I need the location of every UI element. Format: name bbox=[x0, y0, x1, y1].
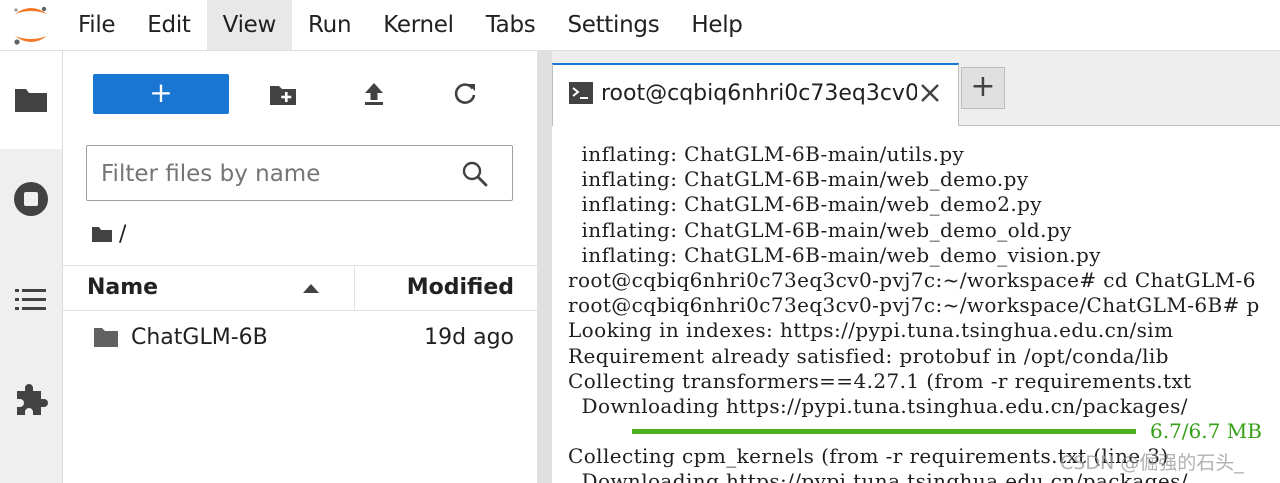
menu-run[interactable]: Run bbox=[292, 0, 367, 50]
refresh-button[interactable] bbox=[450, 79, 480, 109]
terminal-line: inflating: ChatGLM-6B-main/web_demo_old.… bbox=[568, 217, 1072, 242]
menu-bar: File Edit View Run Kernel Tabs Settings … bbox=[0, 0, 1280, 51]
file-browser: + / Name Modifie bbox=[63, 51, 537, 483]
breadcrumb-root[interactable]: / bbox=[119, 222, 126, 247]
tab-label: root@cqbiq6nhri0c73eq3cv0 bbox=[601, 81, 917, 106]
left-sidebar bbox=[0, 51, 63, 483]
upload-button[interactable] bbox=[359, 79, 389, 109]
search-icon bbox=[462, 161, 488, 187]
file-name: ChatGLM-6B bbox=[131, 325, 268, 350]
filter-box bbox=[86, 145, 513, 202]
add-tab-button[interactable]: + bbox=[961, 67, 1005, 109]
stop-circle-icon bbox=[14, 182, 48, 216]
sort-ascending-icon bbox=[303, 284, 319, 293]
terminal-line: inflating: ChatGLM-6B-main/utils.py bbox=[568, 142, 965, 166]
filter-files-input[interactable] bbox=[99, 146, 443, 202]
progress-bar bbox=[632, 429, 1136, 435]
terminal-line: root@cqbiq6nhri0c73eq3cv0-pvj7c:~/worksp… bbox=[568, 293, 1260, 318]
puzzle-icon bbox=[17, 384, 48, 415]
sidebar-extensions-button[interactable] bbox=[0, 351, 62, 449]
file-list-header: Name Modified bbox=[63, 265, 537, 311]
terminal-output[interactable]: inflating: ChatGLM-6B-main/utils.py infl… bbox=[552, 126, 1280, 483]
file-modified: 19d ago bbox=[424, 325, 514, 350]
terminal-line: inflating: ChatGLM-6B-main/web_demo.py bbox=[568, 167, 1029, 192]
close-icon[interactable] bbox=[918, 81, 942, 105]
new-folder-icon bbox=[270, 86, 296, 105]
main-tab-bar: root@cqbiq6nhri0c73eq3cv0 + bbox=[552, 51, 1280, 126]
download-progress: 6.7/6.7 MB bbox=[568, 419, 1280, 444]
upload-icon bbox=[365, 83, 383, 105]
terminal-line: Requirement already satisfied: protobuf … bbox=[568, 343, 1169, 368]
refresh-icon bbox=[454, 83, 476, 104]
column-modified-header[interactable]: Modified bbox=[407, 266, 514, 310]
new-launcher-button[interactable]: + bbox=[93, 74, 229, 114]
tab-terminal[interactable]: root@cqbiq6nhri0c73eq3cv0 bbox=[552, 63, 959, 126]
panel-splitter[interactable] bbox=[537, 51, 552, 483]
jupyter-logo-icon[interactable] bbox=[0, 0, 62, 50]
terminal-line: Downloading https://pypi.tuna.tsinghua.e… bbox=[568, 393, 1188, 418]
new-folder-button[interactable] bbox=[268, 79, 298, 109]
sidebar-running-button[interactable] bbox=[0, 151, 62, 249]
breadcrumb: / bbox=[91, 219, 126, 249]
progress-text: 6.7/6.7 MB bbox=[1150, 419, 1262, 444]
file-row-chatglm[interactable]: ChatGLM-6B 19d ago bbox=[63, 313, 537, 363]
folder-icon bbox=[15, 89, 47, 112]
terminal-line: Looking in indexes: https://pypi.tuna.ts… bbox=[568, 318, 1174, 343]
terminal-line: root@cqbiq6nhri0c73eq3cv0-pvj7c:~/worksp… bbox=[568, 267, 1256, 292]
menu-kernel[interactable]: Kernel bbox=[367, 0, 469, 50]
home-folder-icon[interactable] bbox=[91, 225, 113, 243]
terminal-line: inflating: ChatGLM-6B-main/web_demo2.py bbox=[568, 192, 1043, 217]
terminal-line: Collecting transformers==4.27.1 (from -r… bbox=[568, 368, 1192, 393]
menu-view[interactable]: View bbox=[206, 0, 293, 50]
terminal-lines: inflating: ChatGLM-6B-main/utils.py infl… bbox=[568, 142, 1280, 483]
terminal-line: inflating: ChatGLM-6B-main/web_demo_visi… bbox=[568, 242, 1101, 267]
menu-file[interactable]: File bbox=[62, 0, 131, 50]
column-divider[interactable] bbox=[354, 266, 355, 310]
menu-help[interactable]: Help bbox=[675, 0, 758, 50]
menu-settings[interactable]: Settings bbox=[551, 0, 675, 50]
terminal-icon bbox=[569, 82, 593, 104]
sidebar-file-browser-button[interactable] bbox=[0, 51, 62, 149]
menu-tabs[interactable]: Tabs bbox=[470, 0, 552, 50]
column-name-header[interactable]: Name bbox=[87, 266, 158, 310]
list-icon bbox=[15, 289, 46, 310]
menu-edit[interactable]: Edit bbox=[131, 0, 206, 50]
watermark-text: CSDN @倔强的石头_ bbox=[1060, 452, 1244, 474]
sidebar-toc-button[interactable] bbox=[0, 251, 62, 349]
folder-icon bbox=[94, 328, 118, 347]
